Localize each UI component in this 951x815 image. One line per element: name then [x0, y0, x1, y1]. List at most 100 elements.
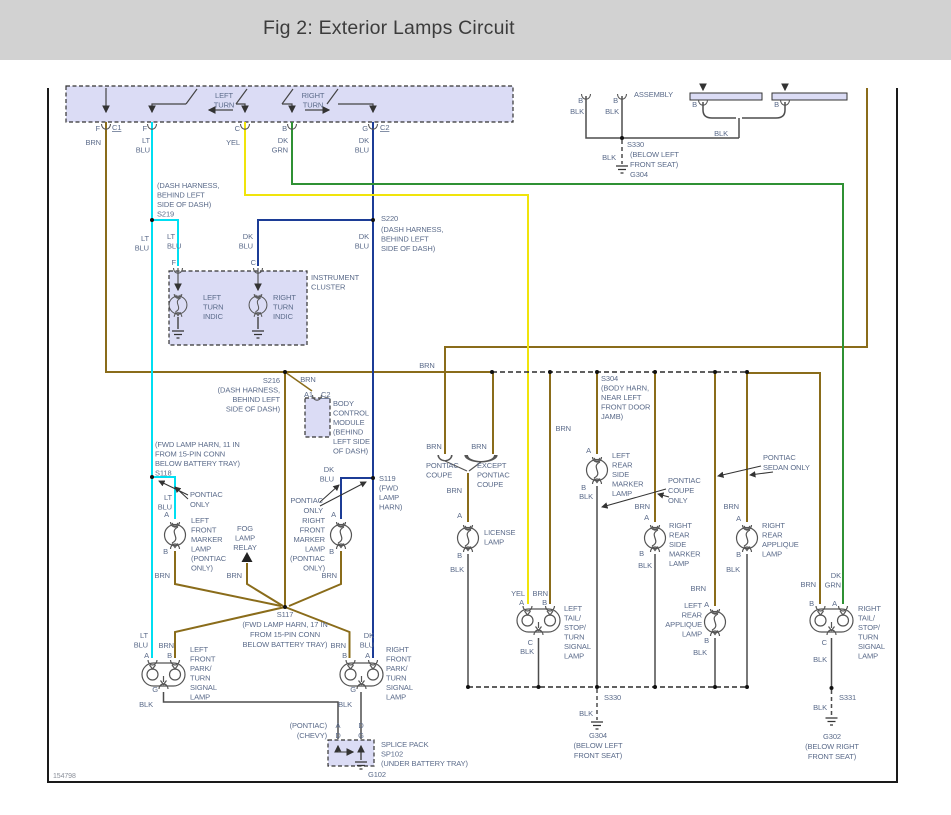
- wire-brn-lrsm: BRN: [555, 424, 571, 433]
- wire-ltblu-4: LT BLU: [158, 493, 173, 512]
- wire-yel-top: YEL: [226, 138, 240, 147]
- lfpt-pin-a: A: [144, 651, 149, 660]
- wire-blk-s330t: BLK: [602, 153, 616, 162]
- bcm-label: BODY CONTROL MODULE (BEHIND LEFT SIDE OF DASH…: [333, 399, 370, 456]
- s219-note: (DASH HARNESS, BEHIND LEFT SIDE OF DASH) S2…: [157, 181, 219, 219]
- g102-label: G102: [368, 770, 386, 779]
- wire-blk-s331: BLK: [813, 703, 827, 712]
- rrsm-pin-a: A: [644, 513, 649, 522]
- lfpt-pin-g: G: [152, 685, 158, 694]
- wire-brn-ltl: BRN: [532, 589, 548, 598]
- pin-c: C: [235, 124, 241, 133]
- wire-brn-rtl-feed: [747, 372, 821, 604]
- s330-bottom-label: S330: [604, 693, 621, 702]
- left-front-marker-lamp: [163, 521, 187, 550]
- assembly-bar-left: [689, 92, 763, 101]
- bus-brn-label: BRN: [419, 361, 435, 370]
- instrument-cluster-label: INSTRUMENT CLUSTER: [311, 273, 360, 292]
- right-front-park-turn-lamp: [339, 659, 384, 690]
- ltl-pin-b: B: [542, 598, 547, 607]
- asm-blk-1: BLK: [570, 107, 584, 116]
- ltl-pin-c: C: [528, 638, 534, 647]
- rrsm-label: RIGHT REAR SIDE MARKER LAMP: [669, 521, 701, 568]
- wire-dkblu-3: DK BLU: [355, 232, 369, 251]
- asm-pin-b4: B: [774, 100, 779, 109]
- splice-pack-box: [327, 739, 375, 767]
- splice-chevy-d: D: [335, 731, 341, 740]
- right-rear-side-marker-lamp: [643, 524, 667, 553]
- splice-pontiac-a: A: [336, 721, 341, 730]
- ltl-label: LEFT TAIL/STOP/TURN SIGNAL LAMP: [564, 604, 591, 661]
- rfpt-pin-g: G: [350, 685, 356, 694]
- g304-bottom-label: G304 (BELOW LEFT FRONT SEAT): [574, 731, 623, 760]
- wire-brn-rra: BRN: [723, 502, 739, 511]
- wire-brn-rfpt: BRN: [330, 641, 346, 650]
- lrsm-pin-a: A: [586, 446, 591, 455]
- rra-pin-a: A: [736, 514, 741, 523]
- wire-brn-lra: BRN: [690, 584, 706, 593]
- except-pontiac-coupe-label: EXCEPT PONTIAC COUPE: [477, 461, 510, 489]
- pontiac-only-left: PONTIAC ONLY: [190, 490, 223, 509]
- wire-dkgrn-top: DK GRN: [272, 136, 288, 155]
- wire-blk-lic: BLK: [450, 565, 464, 574]
- wire-dkblu-top: DK BLU: [355, 136, 369, 155]
- rfm-pin-b: B: [329, 547, 334, 556]
- s331-label: S331: [839, 693, 856, 702]
- assembly-bar-right: [771, 92, 848, 101]
- wire-ltblu-3: LT BLU: [167, 232, 181, 251]
- pontiac-coupe-only-label: PONTIAC COUPE ONLY: [668, 476, 701, 505]
- splice-label: SPLICE PACK SP102 (UNDER BATTERY TRAY): [381, 740, 469, 768]
- lra-pin-b: B: [704, 636, 709, 645]
- drawing-number: 154798: [53, 773, 76, 780]
- pin-f-c1: F: [96, 124, 101, 133]
- wire-blk-rtl: BLK: [813, 655, 827, 664]
- switch-left-turn: LEFT TURN: [214, 91, 234, 110]
- s119-note: S119 (FWD LAMP HARN): [379, 474, 403, 512]
- splice-chevy-g: G: [358, 731, 364, 740]
- bcm-brn-label: BRN: [300, 375, 316, 384]
- wire-brn-top: BRN: [85, 138, 101, 147]
- wire-blk-rfpt: BLK: [338, 700, 352, 709]
- lrsm-label: LEFT REAR SIDE MARKER LAMP: [612, 451, 644, 498]
- g304-top-ground: [615, 165, 629, 174]
- wire-brn-fog: BRN: [226, 571, 242, 580]
- pin-b: B: [282, 124, 287, 133]
- s216-note: S216 (DASH HARNESS, BEHIND LEFT SIDE OF DAS…: [218, 376, 281, 414]
- assembly-label: ASSEMBLY: [634, 90, 673, 99]
- wire-blk-s330: BLK: [579, 709, 593, 718]
- rtl-pin-c: C: [822, 638, 828, 647]
- left-rear-applique-lamp: [703, 608, 727, 637]
- ltl-pin-a: A: [519, 598, 524, 607]
- lra-pin-a: A: [704, 600, 709, 609]
- brn-wires: [105, 88, 868, 658]
- wire-ltblu-2: LT BLU: [135, 234, 150, 253]
- wire-blk-rrsm: BLK: [638, 561, 652, 570]
- rfm-pin-a: A: [331, 510, 336, 519]
- body-control-module-box: [304, 397, 331, 438]
- s304-note: S304 (BODY HARN, NEAR LEFT FRONT DOOR JAMB): [601, 374, 651, 421]
- asm-pin-b3: B: [692, 100, 697, 109]
- wire-blk-ltl: BLK: [520, 647, 534, 656]
- pontiac-sedan-only-label: PONTIAC SEDAN ONLY: [763, 453, 810, 472]
- left-rear-side-marker-lamp: [585, 456, 609, 485]
- right-front-marker-lamp: [329, 521, 353, 550]
- rra-label: RIGHT REAR APPLIQUE LAMP: [762, 521, 799, 559]
- rfpt-pin-a: A: [365, 651, 370, 660]
- wire-blk-lrsm: BLK: [579, 492, 593, 501]
- wire-brn-epc: BRN: [471, 442, 487, 451]
- lfm-pin-b: B: [163, 547, 168, 556]
- wire-brn-lfm: BRN: [154, 571, 170, 580]
- screenshot-root: Fig 2: Exterior Lamps Circuit LEFT TURN …: [0, 0, 951, 815]
- wire-blk-rra: BLK: [726, 565, 740, 574]
- asm-blk-3: BLK: [714, 129, 728, 138]
- bcm-conn-c2: C2: [321, 390, 330, 399]
- s330-top-note: (BELOW LEFT FRONT SEAT): [630, 150, 679, 169]
- wire-dkblu-2: DK BLU: [239, 232, 253, 251]
- g304-top-label: G304: [630, 170, 648, 179]
- splice-pontiac-d: D: [358, 721, 364, 730]
- cluster-pin-f: F: [172, 258, 177, 267]
- pin-g: G: [362, 124, 368, 133]
- lra-label: LEFT REAR APPLIQUE LAMP: [665, 601, 702, 639]
- asm-pin-b2: B: [613, 96, 618, 105]
- fog-lamp-relay-arrow: [241, 552, 253, 562]
